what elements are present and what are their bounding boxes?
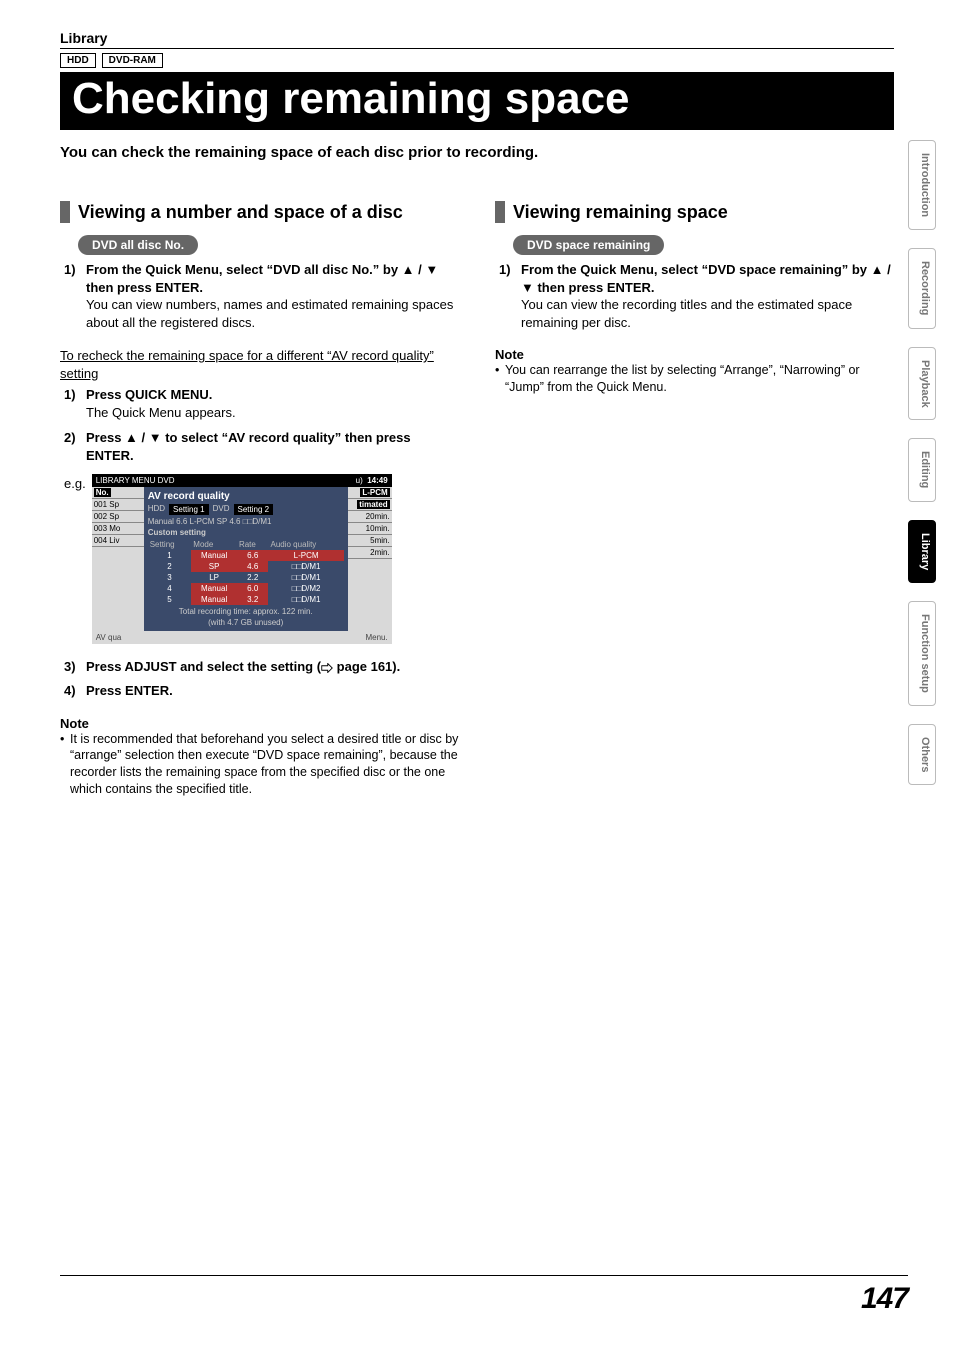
osd-top-left: LIBRARY MENU DVD (96, 476, 175, 485)
step-text: Press ▲ / ▼ to select “AV record quality… (86, 430, 411, 463)
osd-settings-line: Manual 6.6 L-PCM SP 4.6 □□D/M1 (148, 517, 344, 526)
osd-bottom-right: Menu. (365, 633, 387, 642)
eg-label: e.g. (64, 474, 86, 491)
osd-left-row: 003 Mo (92, 523, 144, 535)
osd-right-head1: L-PCM (360, 488, 389, 497)
osd-settings-table: Setting Mode Rate Audio quality 1Manual6… (148, 539, 344, 605)
osd-left-row: 002 Sp (92, 511, 144, 523)
osd-left-row: 004 Liv (92, 535, 144, 547)
osd-th: Mode (191, 539, 237, 550)
step-desc: The Quick Menu appears. (86, 405, 236, 420)
side-tab-function-setup[interactable]: Function setup (908, 601, 936, 706)
step-number: 3) (64, 658, 86, 676)
osd-tab-setting2: Setting 2 (234, 504, 274, 515)
osd-custom-label: Custom setting (148, 528, 344, 537)
side-tab-introduction[interactable]: Introduction (908, 140, 936, 230)
right-heading-text: Viewing remaining space (513, 202, 728, 223)
osd-left-row: 001 Sp (92, 499, 144, 511)
osd-th: Audio quality (268, 539, 343, 550)
page-number: 147 (861, 1282, 908, 1316)
step-text: Press ADJUST and select the setting ( pa… (86, 658, 400, 676)
osd-th: Rate (237, 539, 269, 550)
osd-panel-title: AV record quality (148, 491, 344, 502)
bullet-icon: • (495, 362, 505, 396)
left-heading-text: Viewing a number and space of a disc (78, 202, 403, 223)
osd-bottom-left: AV qua (96, 633, 122, 642)
step-number: 1) (499, 261, 521, 331)
recheck-heading: To recheck the remaining space for a dif… (60, 347, 459, 382)
side-tab-playback[interactable]: Playback (908, 347, 936, 421)
step-text: Press ENTER. (86, 682, 173, 700)
step-text: From the Quick Menu, select “DVD space r… (521, 262, 891, 295)
page-ref-arrow-icon (321, 663, 333, 673)
left-heading: Viewing a number and space of a disc (60, 201, 459, 223)
section-label: Library (60, 30, 894, 48)
note-text: It is recommended that beforehand you se… (70, 731, 459, 799)
step-number: 4) (64, 682, 86, 700)
osd-right-row: 5min. (348, 535, 392, 547)
step-desc: You can view the recording titles and th… (521, 297, 852, 330)
osd-tab-setting1: Setting 1 (169, 504, 209, 515)
note-heading: Note (495, 347, 894, 362)
heading-bar-icon (60, 201, 70, 223)
osd-no-header: No. (94, 488, 111, 497)
side-tab-recording[interactable]: Recording (908, 248, 936, 328)
osd-time: 14:49 (367, 476, 387, 485)
osd-right-row: 2min. (348, 547, 392, 559)
badge-dvd-ram: DVD-RAM (102, 53, 163, 68)
intro-text: You can check the remaining space of eac… (60, 144, 894, 161)
bullet-icon: • (60, 731, 70, 799)
osd-right-row: 10min. (348, 523, 392, 535)
osd-total-line1: Total recording time: approx. 122 min. (148, 605, 344, 616)
osd-tab-pre: HDD (148, 504, 165, 515)
note-text: You can rearrange the list by selecting … (505, 362, 894, 396)
pill-dvd-all-disc: DVD all disc No. (78, 235, 198, 255)
osd-total-line2: (with 4.7 GB unused) (148, 616, 344, 627)
right-heading: Viewing remaining space (495, 201, 894, 223)
step-text: From the Quick Menu, select “DVD all dis… (86, 262, 438, 295)
step-number: 1) (64, 261, 86, 331)
step-number: 1) (64, 386, 86, 421)
page-title: Checking remaining space (60, 72, 894, 130)
side-tab-others[interactable]: Others (908, 724, 936, 785)
osd-example-screenshot: LIBRARY MENU DVD u) 14:49 No. 001 Sp 002… (92, 474, 392, 644)
step-number: 2) (64, 429, 86, 464)
osd-th: Setting (148, 539, 192, 550)
pill-dvd-space-remaining: DVD space remaining (513, 235, 664, 255)
osd-right-row: 20min. (348, 511, 392, 523)
side-tab-editing[interactable]: Editing (908, 438, 936, 501)
note-heading: Note (60, 716, 459, 731)
osd-top-u: u) (356, 476, 363, 485)
step-text: Press QUICK MENU. (86, 387, 212, 402)
footer-rule (60, 1275, 908, 1276)
osd-right-head2: timated (357, 500, 389, 509)
badge-hdd: HDD (60, 53, 96, 68)
heading-bar-icon (495, 201, 505, 223)
step-desc: You can view numbers, names and estimate… (86, 297, 453, 330)
side-tab-library[interactable]: Library (908, 520, 936, 583)
side-tab-strip: Introduction Recording Playback Editing … (908, 140, 936, 785)
header-rule (60, 48, 894, 49)
osd-tab-pre: DVD (213, 504, 230, 515)
